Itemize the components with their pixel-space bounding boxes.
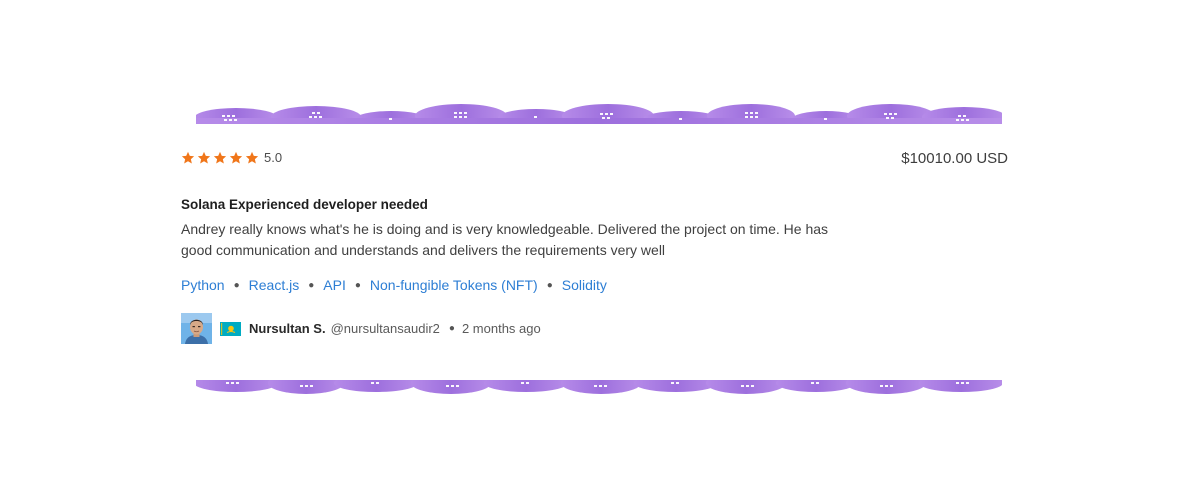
avatar[interactable] [181,313,212,344]
star-icon [213,151,227,165]
review-text: Andrey really knows what's he is doing a… [181,221,829,258]
separator-dot: ● [546,279,553,291]
separator-dot: ● [448,323,455,334]
separator-dot: ● [354,279,361,291]
star-icon [245,151,259,165]
rating-value: 5.0 [264,150,283,165]
skill-link-nft[interactable]: Non-fungible Tokens (NFT) [370,277,538,293]
skill-link-python[interactable]: Python [181,277,225,293]
separator-dot: ● [308,279,315,291]
skill-link-reactjs[interactable]: React.js [249,277,300,293]
author-name[interactable]: Nursultan S. [249,321,326,336]
skills-list: Python ● React.js ● API ● Non-fungible T… [181,277,607,293]
author-row: Nursultan S. @nursultansaudir2 ● 2 month… [181,313,541,344]
review-time-ago: 2 months ago [461,321,541,336]
star-icon [229,151,243,165]
separator-dot: ● [233,279,240,291]
job-title: Solana Experienced developer needed [181,197,428,212]
star-icon [197,151,211,165]
rating-row: 5.0 [181,151,282,165]
bottom-decorative-banner [196,380,1002,394]
review-card: 5.0 $10010.00 USD Solana Experienced dev… [181,140,1011,360]
skill-link-solidity[interactable]: Solidity [562,277,607,293]
kazakhstan-flag-icon [220,321,241,336]
skill-link-api[interactable]: API [323,277,346,293]
top-decorative-banner [196,104,1002,124]
review-stage: 5.0 $10010.00 USD Solana Experienced dev… [0,0,1200,500]
author-handle: @nursultansaudir2 [330,321,440,336]
review-price: $10010.00 USD [901,150,1008,167]
star-icon [181,151,195,165]
